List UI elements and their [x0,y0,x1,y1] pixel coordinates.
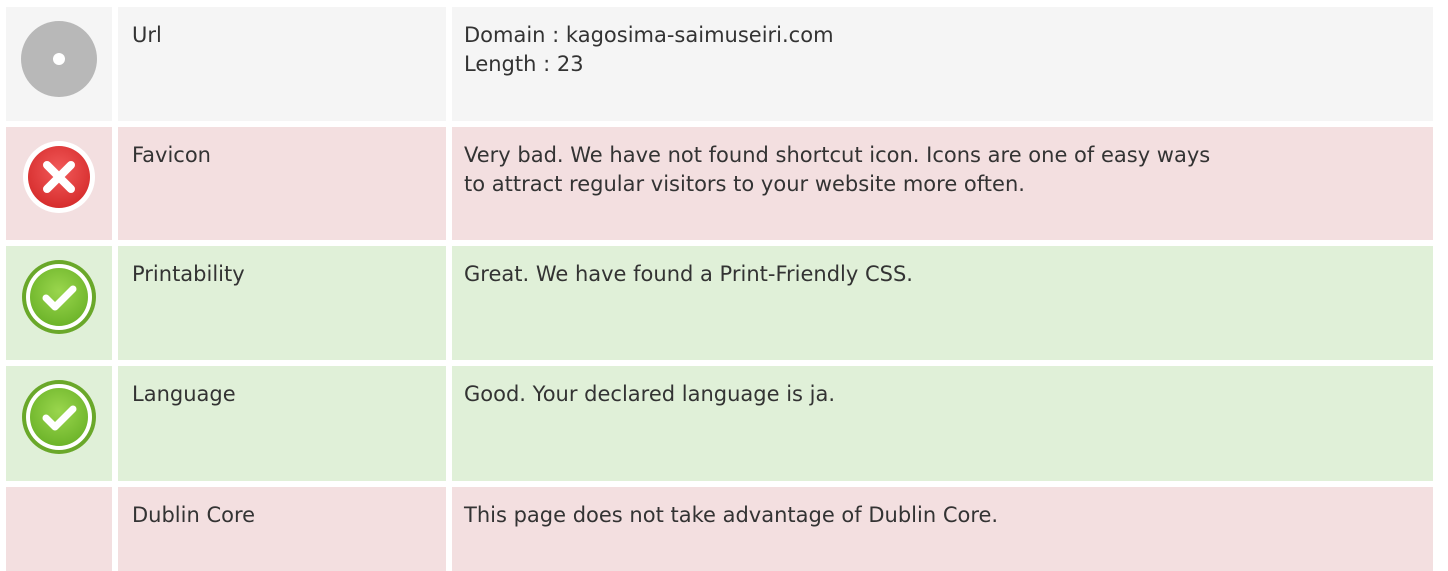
report-row-favicon: Favicon Very bad. We have not found shor… [6,127,1433,240]
row-value: Domain : kagosima-saimuseiri.com Length … [452,7,1433,121]
status-icon-cell [6,487,112,571]
check-icon [20,258,98,336]
report-row-printability: Printability Great. We have found a Prin… [6,246,1433,360]
row-value: Very bad. We have not found shortcut ico… [452,127,1433,240]
length-text: Length : 23 [464,52,584,76]
row-label: Url [118,7,446,121]
neutral-circle-icon [20,19,98,99]
status-icon-cell [6,366,112,481]
dublin-core-message: This page does not take advantage of Dub… [464,503,999,527]
status-icon-cell [6,7,112,121]
row-value: Great. We have found a Print-Friendly CS… [452,246,1433,360]
row-value: This page does not take advantage of Dub… [452,487,1433,571]
error-x-icon [21,139,97,215]
report-row-language: Language Good. Your declared language is… [6,366,1433,481]
report-row-url: Url Domain : kagosima-saimuseiri.com Len… [6,7,1433,121]
status-icon-cell [6,246,112,360]
row-value: Good. Your declared language is ja. [452,366,1433,481]
row-label: Dublin Core [118,487,446,571]
seo-report-table: Url Domain : kagosima-saimuseiri.com Len… [6,7,1433,571]
favicon-message-line-2: to attract regular visitors to your webs… [464,172,1025,196]
row-label: Printability [118,246,446,360]
report-row-dublin-core: Dublin Core This page does not take adva… [6,487,1433,571]
row-label: Favicon [118,127,446,240]
row-label: Language [118,366,446,481]
favicon-message-line-1: Very bad. We have not found shortcut ico… [464,143,1211,167]
printability-message: Great. We have found a Print-Friendly CS… [464,262,913,286]
domain-text: Domain : kagosima-saimuseiri.com [464,23,834,47]
status-icon-cell [6,127,112,240]
language-message: Good. Your declared language is ja. [464,382,836,406]
check-icon [20,378,98,456]
